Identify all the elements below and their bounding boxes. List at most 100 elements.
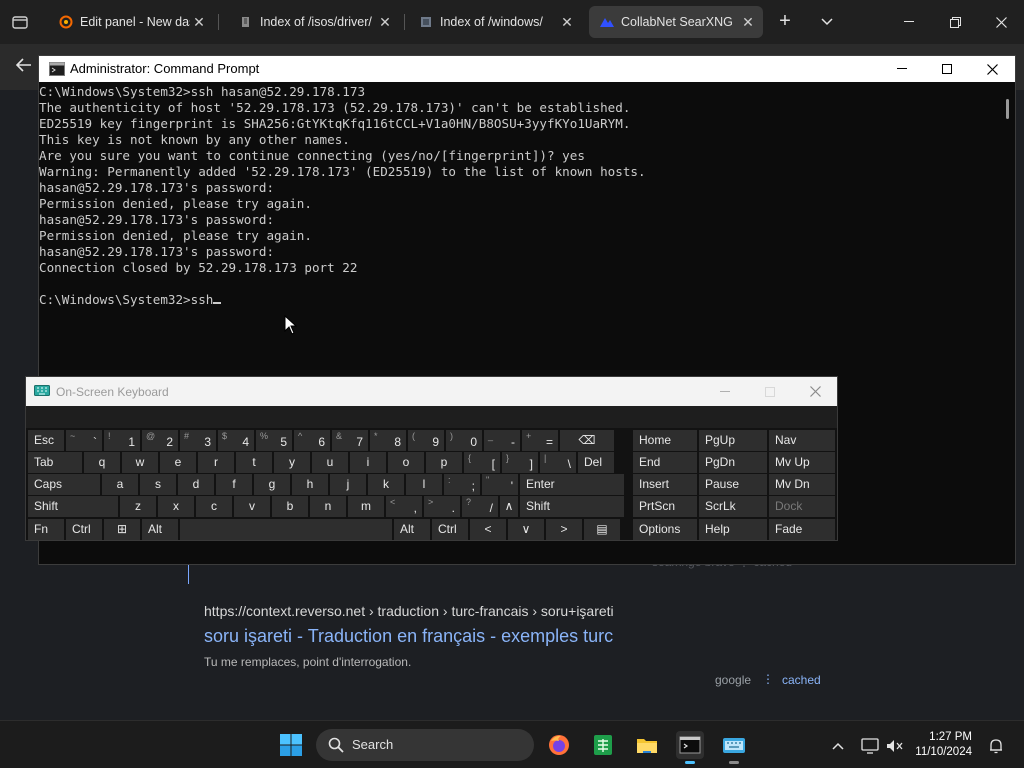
tab-close-button[interactable]: ✕ — [739, 14, 757, 31]
show-hidden-icons-chevron-icon[interactable] — [827, 737, 849, 755]
file-explorer-icon[interactable] — [633, 731, 661, 759]
browser-restore-button[interactable] — [932, 0, 978, 44]
osk-nav-key[interactable]: PgDn — [699, 452, 767, 473]
osk-key[interactable]: ⊞ — [104, 519, 140, 540]
tab-index-isos-driver[interactable]: Index of /isos/driver/ ✕ — [228, 6, 400, 38]
osk-key[interactable]: y — [274, 452, 310, 473]
osk-key[interactable]: w — [122, 452, 158, 473]
osk-key[interactable]: Ctrl — [432, 519, 468, 540]
osk-key[interactable]: e — [160, 452, 196, 473]
osk-key[interactable]: ! 1 — [104, 430, 140, 451]
on-screen-keyboard-window[interactable]: On-Screen Keyboard Esc ~ `! 1 @2 #3 $4% 5 ^ 6 & 7 * 8… — [25, 376, 838, 541]
osk-key[interactable]: }] — [502, 452, 538, 473]
osk-key[interactable]: Shift — [28, 496, 118, 517]
tab-edit-panel[interactable]: Edit panel - New dashb ✕ — [48, 6, 214, 38]
result-title-link[interactable]: soru işareti - Traduction en français - … — [204, 626, 613, 647]
osk-nav-key[interactable]: Fade — [769, 519, 835, 540]
tab-index-windows[interactable]: Index of /windows/ ✕ — [408, 6, 582, 38]
osk-taskbar-icon[interactable] — [720, 731, 748, 764]
osk-titlebar[interactable]: On-Screen Keyboard — [26, 377, 837, 406]
tab-close-button[interactable]: ✕ — [190, 14, 208, 31]
osk-key[interactable]: Alt — [394, 519, 430, 540]
osk-key[interactable]: q — [84, 452, 120, 473]
osk-key[interactable]: Enter — [520, 474, 624, 495]
tab-collabnet-searxng[interactable]: CollabNet SearXNG ✕ — [589, 6, 763, 38]
osk-key[interactable]: ▤ — [584, 519, 620, 540]
osk-key[interactable]: :; — [444, 474, 480, 495]
spreadsheet-icon[interactable] — [589, 731, 617, 759]
osk-key[interactable]: Fn — [28, 519, 64, 540]
osk-key[interactable]: b — [272, 496, 308, 517]
cmd-scrollbar[interactable] — [1006, 99, 1009, 119]
osk-key[interactable]: #3 — [180, 430, 216, 451]
osk-minimize-button[interactable] — [702, 377, 748, 406]
osk-key[interactable] — [180, 519, 392, 540]
volume-muted-icon[interactable] — [884, 737, 906, 755]
osk-key[interactable]: " ' — [482, 474, 518, 495]
cmd-minimize-button[interactable] — [879, 56, 925, 82]
osk-key[interactable]: Alt — [142, 519, 178, 540]
osk-key[interactable]: | \ — [540, 452, 576, 473]
notification-bell-icon[interactable] — [985, 737, 1007, 755]
osk-key[interactable]: > — [546, 519, 582, 540]
osk-key[interactable]: Tab — [28, 452, 82, 473]
osk-close-button[interactable] — [792, 377, 838, 406]
osk-nav-key[interactable]: Nav — [769, 430, 835, 451]
osk-key[interactable]: ∨ — [508, 519, 544, 540]
taskbar-clock[interactable]: 1:27 PM 11/10/2024 — [914, 730, 972, 760]
new-tab-button[interactable]: + — [772, 10, 798, 34]
tab-close-button[interactable]: ✕ — [376, 14, 394, 31]
osk-key[interactable]: j — [330, 474, 366, 495]
osk-key[interactable]: Esc — [28, 430, 64, 451]
cmd-maximize-button[interactable] — [924, 56, 970, 82]
osk-key[interactable]: $4 — [218, 430, 254, 451]
osk-key[interactable]: d — [178, 474, 214, 495]
osk-key[interactable]: z — [120, 496, 156, 517]
osk-nav-key[interactable]: Help — [699, 519, 767, 540]
osk-nav-key[interactable]: Options — [633, 519, 697, 540]
osk-key[interactable]: i — [350, 452, 386, 473]
result-url[interactable]: https://context.reverso.net › traduction… — [204, 603, 614, 619]
osk-key[interactable]: ? / — [462, 496, 498, 517]
osk-key[interactable]: f — [216, 474, 252, 495]
osk-key[interactable]: k — [368, 474, 404, 495]
tab-close-button[interactable]: ✕ — [558, 14, 576, 31]
osk-key[interactable]: {[ — [464, 452, 500, 473]
osk-key[interactable]: < — [470, 519, 506, 540]
osk-key[interactable]: _ - — [484, 430, 520, 451]
osk-key[interactable]: ∧ — [500, 496, 518, 517]
osk-key[interactable]: & 7 — [332, 430, 368, 451]
osk-nav-key[interactable]: Dock — [769, 496, 835, 517]
cmd-prompt-line[interactable]: C:\Windows\System32>ssh — [39, 292, 1001, 308]
osk-key[interactable]: Shift — [520, 496, 624, 517]
osk-nav-key[interactable]: Mv Dn — [769, 474, 835, 495]
terminal-taskbar-icon[interactable] — [676, 731, 704, 764]
osk-key[interactable]: ⌫ — [560, 430, 614, 451]
cmd-titlebar[interactable]: Administrator: Command Prompt — [39, 56, 1015, 82]
osk-key[interactable]: % 5 — [256, 430, 292, 451]
osk-key[interactable]: <, — [386, 496, 422, 517]
browser-close-button[interactable] — [978, 0, 1024, 44]
osk-key[interactable]: (9 — [408, 430, 444, 451]
taskbar-search-box[interactable]: Search — [316, 729, 534, 761]
osk-nav-key[interactable]: PrtScn — [633, 496, 697, 517]
osk-key[interactable]: a — [102, 474, 138, 495]
osk-maximize-button[interactable] — [747, 377, 793, 406]
osk-key[interactable]: @2 — [142, 430, 178, 451]
osk-key[interactable]: n — [310, 496, 346, 517]
cmd-close-button[interactable] — [969, 56, 1015, 82]
osk-key[interactable]: >. — [424, 496, 460, 517]
osk-nav-key[interactable]: Home — [633, 430, 697, 451]
osk-nav-key[interactable]: Mv Up — [769, 452, 835, 473]
osk-nav-key[interactable]: PgUp — [699, 430, 767, 451]
osk-nav-key[interactable]: Pause — [699, 474, 767, 495]
display-icon[interactable] — [859, 737, 881, 755]
osk-key[interactable]: * 8 — [370, 430, 406, 451]
firefox-icon[interactable] — [545, 731, 573, 759]
osk-key[interactable]: x — [158, 496, 194, 517]
windows-start-icon[interactable] — [277, 731, 305, 759]
osk-key[interactable]: t — [236, 452, 272, 473]
osk-key[interactable]: Ctrl — [66, 519, 102, 540]
osk-key[interactable]: s — [140, 474, 176, 495]
osk-key[interactable]: ) 0 — [446, 430, 482, 451]
